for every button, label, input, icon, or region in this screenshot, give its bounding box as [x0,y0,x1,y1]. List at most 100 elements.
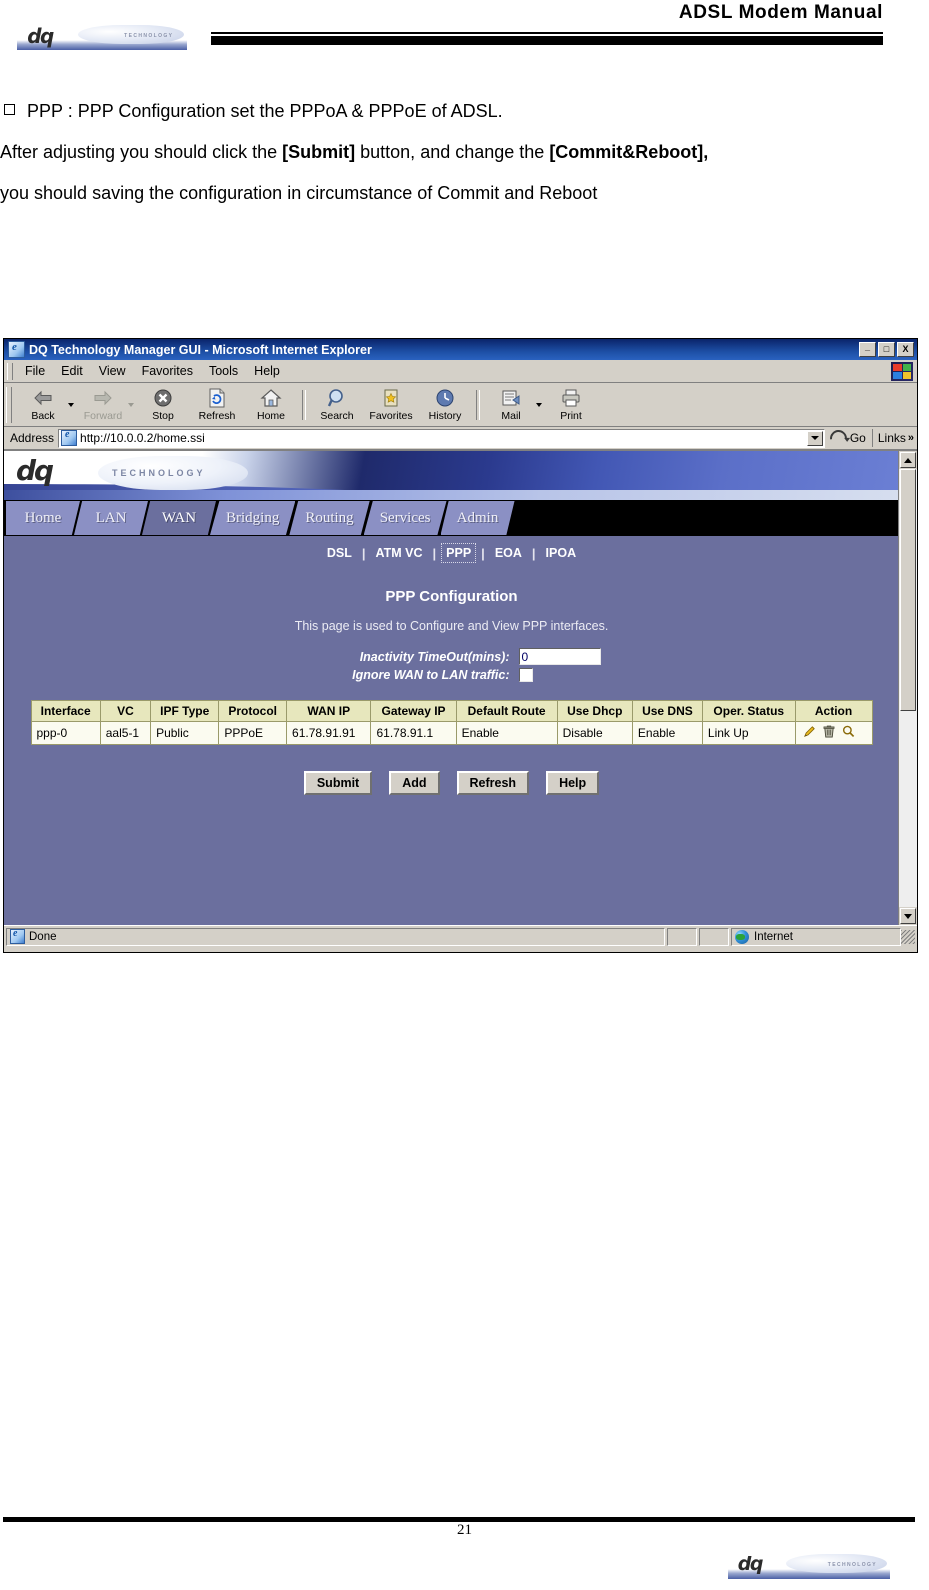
subnav-ipoa[interactable]: IPOA [543,545,580,561]
table-row: ppp-0 aal5-1 Public PPPoE 61.78.91.91 61… [30,721,873,745]
status-page-icon [10,928,25,944]
site-nav-band: Home LAN WAN Bridging Routing Services A… [4,500,899,536]
go-arrow-icon [826,426,851,450]
col-use-dns: Use DNS [631,700,703,722]
scroll-down-button[interactable] [900,908,916,924]
cell-actions [794,721,873,745]
minimize-button[interactable]: _ [859,342,876,357]
menu-favorites[interactable]: Favorites [134,362,201,380]
toolbar-mail-button[interactable]: Mail [484,386,538,423]
status-main-pane: Done [6,927,665,946]
cell-interface: ppp-0 [30,721,101,745]
address-input[interactable]: http://10.0.0.2/home.ssi [58,428,825,448]
arrow-up-icon [904,457,912,463]
site-logo-wordmark: dq [16,454,54,487]
submit-button[interactable]: Submit [303,771,373,795]
toolbar-forward-button[interactable]: Forward [76,386,130,423]
submit-reference: [Submit] [282,141,356,162]
back-dropdown-icon[interactable] [68,402,74,407]
tab-admin[interactable]: Admin [440,501,515,535]
menu-edit[interactable]: Edit [53,362,91,380]
instruction-text-a: After adjusting you should click the [0,141,283,162]
cell-wan-ip: 61.78.91.91 [286,721,372,745]
tab-home[interactable]: Home [6,501,80,535]
links-button[interactable]: Links » [871,429,917,447]
internet-globe-icon [735,929,749,944]
address-url-text: http://10.0.0.2/home.ssi [80,431,205,445]
toolbar-home-label: Home [256,410,285,422]
scrollbar-thumb[interactable] [900,469,916,711]
menubar-grip[interactable] [7,362,13,380]
tab-routing-label: Routing [305,509,354,526]
subnav-sep-2: | [432,545,437,561]
toolbar-favorites-button[interactable]: Favorites [364,386,418,423]
toolbar-stop-button[interactable]: Stop [136,386,190,423]
table-header-row: Interface VC IPF Type Protocol WAN IP Ga… [30,700,873,722]
toolbar-home-button[interactable]: Home [244,386,298,423]
ignore-wan-lan-checkbox[interactable] [518,668,533,682]
view-magnifier-icon[interactable] [842,725,855,741]
go-button[interactable]: Go [825,426,872,450]
web-page-content: dq TECHNOLOGY Home LAN WAN Bridging Rout… [4,451,899,925]
maximize-button[interactable]: □ [878,342,895,357]
resize-grip-icon[interactable] [901,929,915,944]
cell-vc: aal5-1 [99,721,152,745]
toolbar-history-button[interactable]: History [418,386,472,423]
add-button[interactable]: Add [389,771,440,795]
bullet-paragraph-text: PPP : PPP Configuration set the PPPoA & … [27,101,503,121]
toolbar-search-button[interactable]: Search [310,386,364,423]
inactivity-timeout-input[interactable] [518,648,601,665]
tab-lan[interactable]: LAN [74,501,148,535]
forward-dropdown-icon[interactable] [128,402,134,407]
menu-view[interactable]: View [91,362,134,380]
links-chevron-icon: » [907,432,914,444]
tab-bridging[interactable]: Bridging [210,501,296,535]
close-button[interactable]: X [897,342,914,357]
page-vertical-scrollbar[interactable] [898,451,917,925]
subnav-ppp[interactable]: PPP [441,543,477,563]
mail-dropdown-icon[interactable] [536,402,542,407]
menu-file[interactable]: File [17,362,53,380]
col-action: Action [794,700,873,722]
subnav-dsl[interactable]: DSL [324,545,355,561]
toolbar-back-button[interactable]: Back [16,386,70,423]
cell-use-dns: Enable [631,721,703,745]
manual-body-copy: PPP : PPP Configuration set the PPPoA & … [0,100,929,222]
subnav-eoa[interactable]: EOA [492,545,525,561]
tab-wan[interactable]: WAN [142,501,216,535]
cell-ipf-type: Public [150,721,220,745]
header-rule [211,32,883,45]
toolbar-print-button[interactable]: Print [544,386,598,423]
manual-title: ADSL Modem Manual [678,2,883,23]
address-dropdown-button[interactable] [806,430,823,446]
menu-help[interactable]: Help [246,362,288,380]
scrollbar-track[interactable] [899,469,917,907]
help-button[interactable]: Help [546,771,600,795]
search-icon [327,387,347,409]
go-button-label: Go [849,431,866,445]
tab-lan-label: LAN [95,509,127,526]
site-banner: dq TECHNOLOGY [4,451,899,500]
cell-gateway-ip: 61.78.91.1 [370,721,457,745]
scroll-up-button[interactable] [900,452,916,468]
footer-dq-logo: dq TECHNOLOGY [728,1553,890,1579]
windows-flag-icon [891,362,913,381]
edit-pencil-icon[interactable] [803,725,816,741]
ie-logo-icon [8,341,25,358]
home-icon [260,387,282,409]
site-logo-tagline: TECHNOLOGY [112,468,206,478]
forward-arrow-icon [92,387,114,409]
refresh-button[interactable]: Refresh [456,771,530,795]
toolbar-grip[interactable] [6,386,12,423]
menu-tools[interactable]: Tools [201,362,246,380]
tab-services[interactable]: Services [363,501,447,535]
bullet-paragraph: PPP : PPP Configuration set the PPPoA & … [0,100,929,124]
tab-routing[interactable]: Routing [289,501,370,535]
toolbar-refresh-button[interactable]: Refresh [190,386,244,423]
subnav-atm-vc[interactable]: ATM VC [373,545,426,561]
delete-trash-icon[interactable] [823,725,835,741]
window-controls: _ □ X [859,342,915,357]
browser-toolbar: Back Forward Stop Refresh Home Search Fa… [4,383,917,427]
toolbar-separator-2 [476,389,480,420]
stop-icon [153,387,173,409]
